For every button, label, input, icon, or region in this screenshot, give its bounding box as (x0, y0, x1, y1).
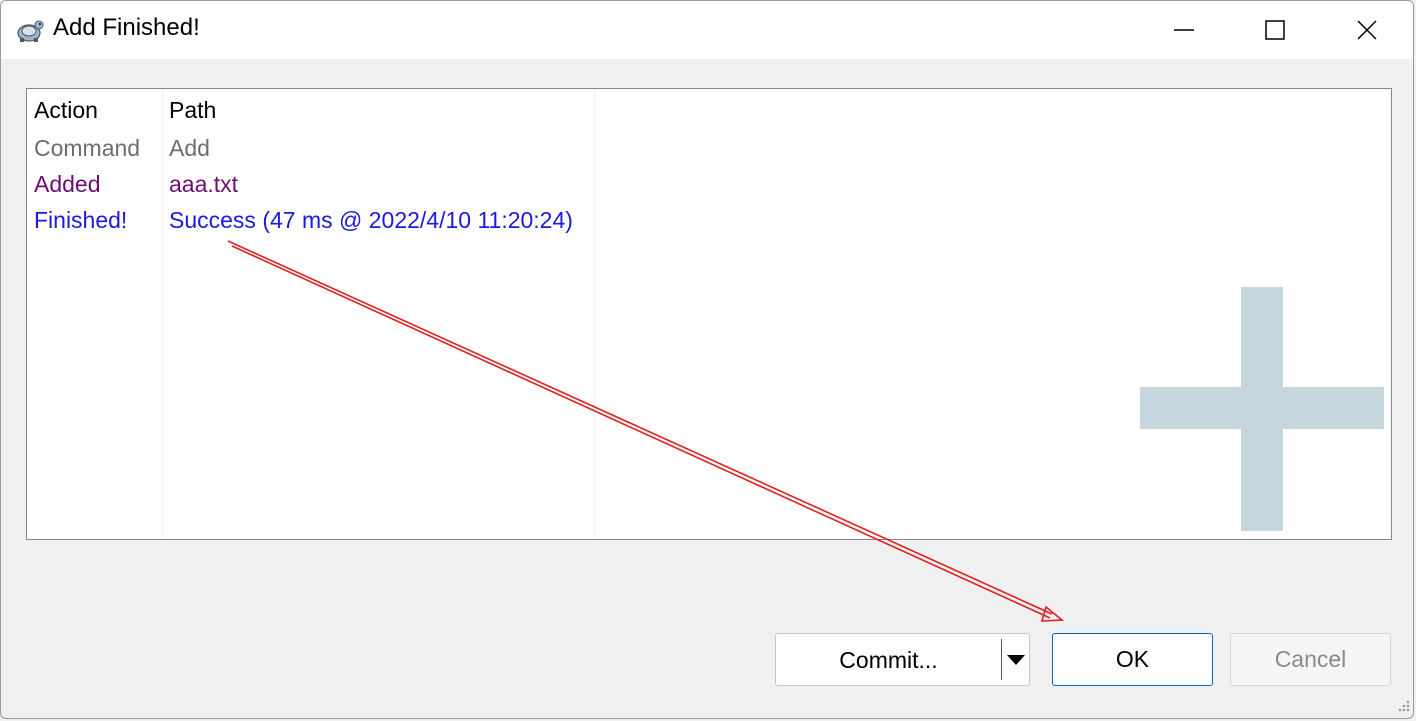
dialog-window: Add Finished! Action Path Command Add Ad… (0, 0, 1414, 719)
column-header-action[interactable]: Action (34, 97, 98, 124)
column-separator[interactable] (162, 89, 163, 539)
close-icon (1357, 20, 1377, 40)
cancel-button[interactable]: Cancel (1230, 633, 1391, 686)
cancel-button-label: Cancel (1274, 646, 1347, 672)
close-button[interactable] (1321, 1, 1413, 59)
title-bar[interactable]: Add Finished! (1, 1, 1413, 59)
row-path[interactable]: aaa.txt (169, 171, 238, 198)
minimize-icon (1174, 29, 1194, 31)
result-list[interactable]: Action Path Command Add Added aaa.txt Fi… (26, 88, 1392, 540)
commit-split-button[interactable]: Commit... (775, 633, 1030, 686)
row-action[interactable]: Added (34, 171, 101, 198)
maximize-icon (1265, 20, 1285, 40)
add-watermark-icon (1140, 287, 1384, 531)
minimize-button[interactable] (1138, 1, 1230, 59)
row-path[interactable]: Add (169, 135, 210, 162)
row-path[interactable]: Success (47 ms @ 2022/4/10 11:20:24) (169, 207, 573, 234)
column-header-path[interactable]: Path (169, 97, 216, 124)
column-separator[interactable] (594, 89, 595, 539)
window-title: Add Finished! (53, 14, 200, 41)
dropdown-arrow-icon[interactable] (1006, 654, 1026, 666)
tortoisesvn-icon (17, 20, 44, 42)
row-action[interactable]: Finished! (34, 207, 127, 234)
commit-button-label[interactable]: Commit... (776, 647, 1001, 674)
split-divider (1001, 639, 1002, 680)
row-action[interactable]: Command (34, 135, 140, 162)
ok-button-label: OK (1115, 646, 1150, 672)
ok-button[interactable]: OK (1052, 633, 1213, 686)
resize-grip-icon[interactable] (1393, 698, 1411, 716)
maximize-button[interactable] (1229, 1, 1321, 59)
